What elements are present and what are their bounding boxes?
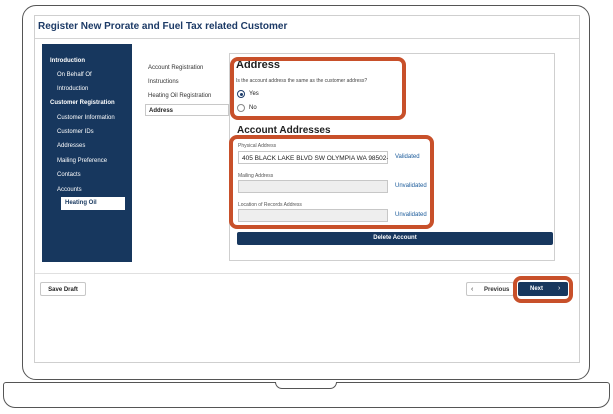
sidebar-item-customer-information[interactable]: Customer Information <box>57 115 115 121</box>
sidebar-item-label: Heating Oil <box>65 200 97 206</box>
account-addresses-highlight-box <box>229 135 434 229</box>
app-window: Register New Prorate and Fuel Tax relate… <box>34 15 580 363</box>
previous-button[interactable]: ‹ Previous <box>466 282 514 296</box>
sidebar-item-customer-ids[interactable]: Customer IDs <box>57 129 94 135</box>
delete-account-label: Delete Account <box>373 235 417 241</box>
subnav-heating-oil-registration[interactable]: Heating Oil Registration <box>148 93 211 99</box>
sidebar-heading-introduction: Introduction <box>50 58 85 64</box>
delete-account-button[interactable]: Delete Account <box>237 232 553 245</box>
next-highlight-box <box>513 276 573 303</box>
save-draft-label: Save Draft <box>48 286 78 293</box>
sidebar-item-mailing-preference[interactable]: Mailing Preference <box>57 158 107 164</box>
previous-label: Previous <box>484 286 510 293</box>
sidebar-item-accounts[interactable]: Accounts <box>57 187 82 193</box>
title-bar: Register New Prorate and Fuel Tax relate… <box>35 16 579 39</box>
subnav-instructions[interactable]: Instructions <box>148 79 179 85</box>
sidebar-item-addresses[interactable]: Addresses <box>57 143 85 149</box>
subnav-address[interactable]: Address <box>145 104 229 116</box>
address-highlight-box <box>230 57 406 120</box>
sidebar-item-on-behalf-of[interactable]: On Behalf Of <box>57 72 92 78</box>
sidebar-item-heating-oil[interactable]: Heating Oil <box>61 197 125 210</box>
laptop-notch <box>275 382 337 389</box>
chevron-left-icon: ‹ <box>471 285 474 293</box>
sidebar-heading-customer-registration: Customer Registration <box>50 100 115 106</box>
sidebar-item-introduction[interactable]: Introduction <box>57 86 88 92</box>
subnav-address-label: Address <box>149 107 174 114</box>
subnav-account-registration[interactable]: Account Registration <box>148 65 203 71</box>
footer-divider <box>35 273 579 274</box>
save-draft-button[interactable]: Save Draft <box>40 282 86 296</box>
sidebar-item-contacts[interactable]: Contacts <box>57 172 81 178</box>
page-title: Register New Prorate and Fuel Tax relate… <box>38 21 288 32</box>
